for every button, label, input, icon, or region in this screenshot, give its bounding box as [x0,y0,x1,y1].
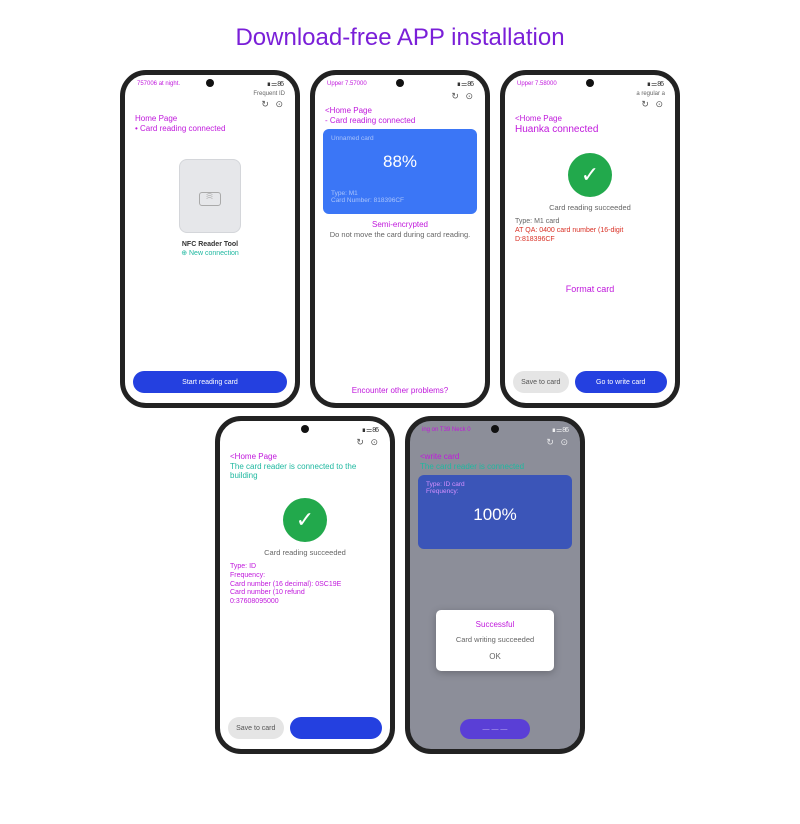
refresh-more-icon[interactable]: ↻ ⊙ [641,99,665,110]
hdr-right: a regular a [636,91,665,97]
status-right: ∎ ⚌ 86‎ [552,427,568,434]
refresh-more-icon[interactable]: ↻ ⊙ [356,437,380,448]
home-page-link[interactable]: <Home Page [315,104,485,116]
phone-4: ∎ ⚌ 86‎ ↻ ⊙ <Home Page The card reader i… [215,416,395,754]
encryption-status: Semi-encrypted [323,220,477,229]
start-reading-button[interactable]: Start reading card [133,371,287,393]
success-popup: Successful Card writing succeeded OK [436,610,554,671]
connection-status: Huanka connected [513,124,667,135]
phone-1: 757006 at night. ∎ ⚌ 86‎ Frequent ID ↻ ⊙… [120,70,300,408]
page-title: Download-free APP installation [0,24,800,52]
card-freq: Frequency: [426,488,564,495]
overlay-button[interactable]: — — — [460,719,530,739]
home-page-link[interactable]: <Home Page [220,450,390,462]
success-check-icon: ✓ [283,498,327,542]
connection-status: The card reader is connected to the buil… [228,462,382,480]
success-check-icon: ✓ [568,153,612,197]
footer: Start reading card [125,365,295,403]
card-info: Type: M1 card AT QA: 0400 card number (1… [513,218,667,244]
header: a regular a [505,91,675,99]
connection-status: • Card reading connected [133,124,287,133]
footer: Save to card [220,711,390,749]
status-left: ing on T39 Neck 0 [422,427,471,433]
new-connection-link[interactable]: ⊕ New connection [133,249,287,257]
progress-percent: 88% [331,152,469,172]
home-page-link[interactable]: Home Page [125,112,295,124]
card-number-line2: D:818396CF [515,236,665,245]
content: The card reader is connected Type: ID ca… [410,462,580,749]
refresh-more-icon[interactable]: ↻ ⊙ [261,99,285,110]
status-right: ∎ ⚌ 86‎ [647,81,663,88]
format-card-link[interactable]: Format card [513,284,667,294]
connection-status: - Card reading connected [323,116,477,125]
header-icons[interactable]: ↻ ⊙ [125,99,295,112]
problems-link[interactable]: Encounter other problems? [315,386,485,395]
status-left: 757006 at night. [137,81,180,87]
card-type: Type: M1 [331,190,469,197]
status-left: Upper 7.58000 [517,81,557,87]
refresh-more-icon[interactable]: ↻ ⊙ [451,91,475,102]
nfc-reader-icon [179,159,241,233]
row-1: 757006 at night. ∎ ⚌ 86‎ Frequent ID ↻ ⊙… [0,70,800,408]
home-page-link[interactable]: <Home Page [505,112,675,124]
write-card-link[interactable]: <write card [410,450,580,462]
status-right: ∎ ⚌ 86‎ [457,81,473,88]
camera-notch [301,425,309,433]
popup-message: Card writing succeeded [442,635,548,644]
card-number-line1: AT QA: 0400 card number (16-digit [515,227,665,236]
progress-percent: 100% [426,505,564,525]
card-type: Type: ID card [426,481,564,488]
phone-5: ing on T39 Neck 0 ∎ ⚌ 86‎ ↻ ⊙ <write car… [405,416,585,754]
content: The card reader is connected to the buil… [220,462,390,711]
content: • Card reading connected NFC Reader Tool… [125,124,295,365]
camera-notch [396,79,404,87]
refresh-more-icon[interactable]: ↻ ⊙ [546,437,570,448]
phone-3: Upper 7.58000 ∎ ⚌ 86‎ a regular a ↻ ⊙ <H… [500,70,680,408]
camera-notch [206,79,214,87]
progress-card: Unnamed card 88% Type: M1 Card Number: 8… [323,129,477,214]
save-to-card-button[interactable]: Save to card [228,717,284,739]
go-to-write-button[interactable]: Go to write card [575,371,668,393]
header: Frequent ID [125,91,295,99]
card-title: Unnamed card [331,135,469,142]
camera-notch [491,425,499,433]
success-text: Card reading succeeded [228,548,382,557]
camera-notch [586,79,594,87]
hdr-right: Frequent ID [253,91,285,97]
popup-title: Successful [442,620,548,629]
ok-button[interactable]: OK [442,652,548,661]
content: Huanka connected ✓ Card reading succeede… [505,124,675,365]
tool-name: NFC Reader Tool [133,241,287,248]
card-number: Card Number: 818396CF [331,197,469,204]
header-icons[interactable]: ↻ ⊙ [410,437,580,450]
status-left: Upper 7.57000 [327,81,367,87]
card-info: Type: ID Frequency: Card number (16 deci… [228,563,382,607]
status-right: ∎ ⚌ 86‎ [267,81,283,88]
row-2: ∎ ⚌ 86‎ ↻ ⊙ <Home Page The card reader i… [0,416,800,754]
warning-message: Do not move the card during card reading… [323,230,477,239]
footer: Save to card Go to write card [505,365,675,403]
header-icons[interactable]: ↻ ⊙ [220,437,390,450]
success-text: Card reading succeeded [513,203,667,212]
primary-button[interactable] [290,717,383,739]
progress-card: Type: ID card Frequency: 100% [418,475,572,549]
save-to-card-button[interactable]: Save to card [513,371,569,393]
card-type: Type: M1 card [515,218,665,227]
phone-2: Upper 7.57000 ∎ ⚌ 86‎ ↻ ⊙ <Home Page - C… [310,70,490,408]
content: - Card reading connected Unnamed card 88… [315,116,485,380]
header-icons[interactable]: ↻ ⊙ [315,91,485,104]
header-icons[interactable]: ↻ ⊙ [505,99,675,112]
status-right: ∎ ⚌ 86‎ [362,427,378,434]
connection-status: The card reader is connected [418,462,572,471]
